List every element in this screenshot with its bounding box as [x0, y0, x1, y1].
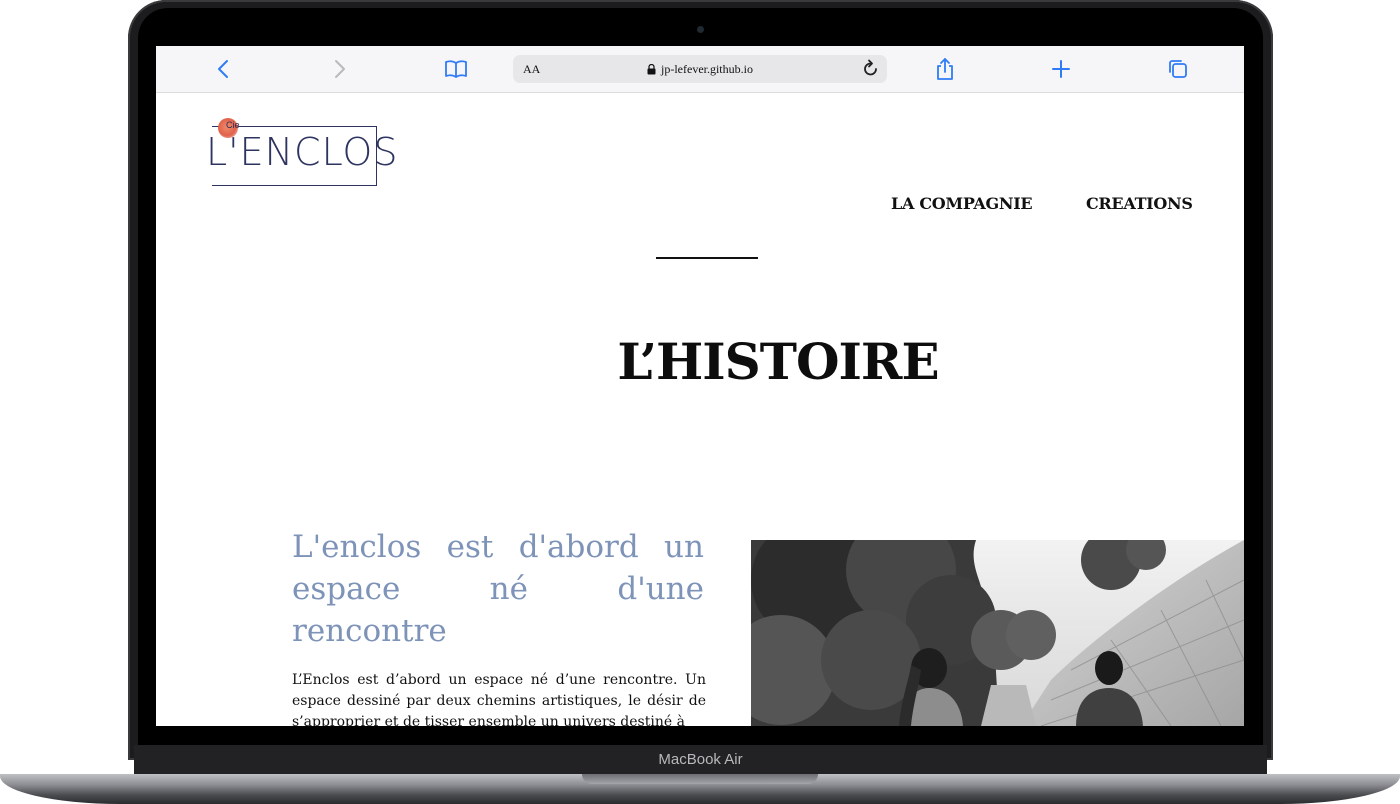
- nav-creations[interactable]: CREATIONS: [1086, 194, 1193, 213]
- logo-name: L'ENCLOS: [206, 130, 399, 174]
- forward-icon[interactable]: [330, 56, 350, 82]
- nav-la-compagnie[interactable]: LA COMPAGNIE: [891, 194, 1033, 213]
- tabs-icon[interactable]: [1167, 56, 1189, 82]
- address-bar[interactable]: AA jp-lefever.github.io: [513, 55, 887, 83]
- title-divider: [656, 257, 758, 259]
- camera-icon: [697, 26, 704, 33]
- logo-prefix: Cie: [226, 120, 240, 130]
- reload-icon[interactable]: [861, 59, 881, 79]
- section-body: L’Enclos est d’abord un espace né d’une …: [292, 672, 706, 726]
- back-icon[interactable]: [213, 56, 233, 82]
- bookmarks-icon[interactable]: [443, 56, 469, 82]
- laptop-chin: MacBook Air: [134, 745, 1267, 775]
- device-label: MacBook Air: [658, 751, 743, 768]
- share-icon[interactable]: [934, 56, 956, 82]
- new-tab-icon[interactable]: [1050, 56, 1072, 82]
- site-logo[interactable]: Cie L'ENCLOS: [204, 116, 397, 192]
- url-display[interactable]: jp-lefever.github.io: [513, 55, 887, 83]
- laptop-notch: [582, 774, 818, 784]
- page-title: L’HISTOIRE: [617, 332, 939, 391]
- lock-icon: [647, 63, 656, 75]
- photo-two-people-walking: [751, 540, 1244, 726]
- browser-toolbar: AA jp-lefever.github.io: [156, 46, 1244, 93]
- url-text: jp-lefever.github.io: [661, 62, 753, 76]
- browser-screen: AA jp-lefever.github.io Cie L'ENCLOS LA …: [156, 46, 1244, 726]
- section-heading: L'enclos est d'abord un espace né d'une …: [292, 529, 704, 649]
